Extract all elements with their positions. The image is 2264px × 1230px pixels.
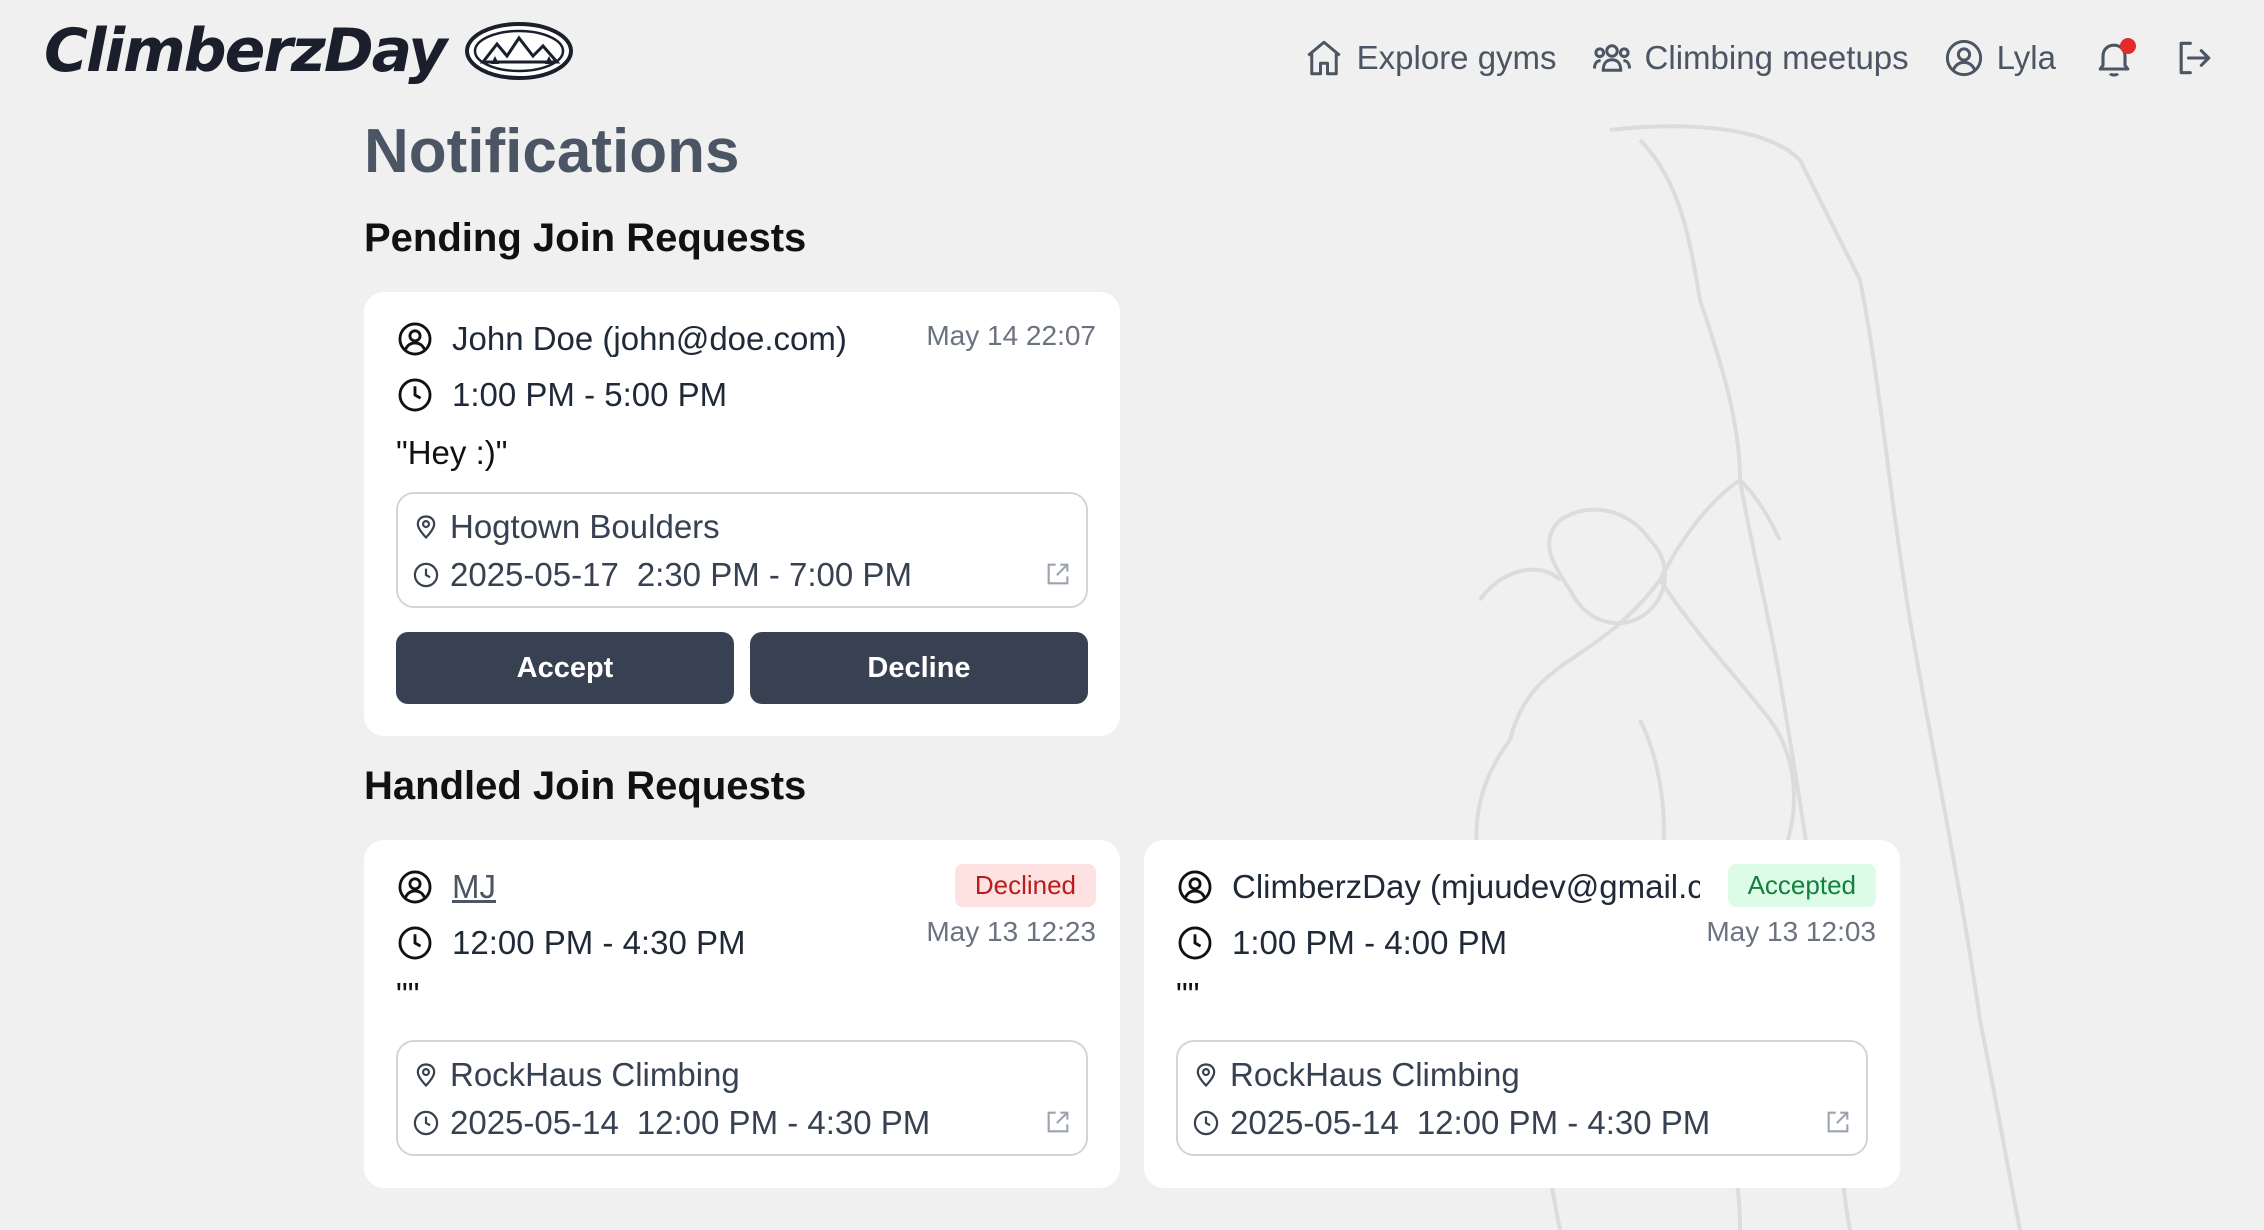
nav-meetups-label: Climbing meetups — [1644, 39, 1909, 76]
accept-button[interactable]: Accept — [396, 632, 734, 704]
location-pin-icon — [1196, 1063, 1216, 1088]
requested-time: 12:00 PM - 4:30 PM — [452, 924, 746, 961]
requested-time-row: 1:00 PM - 4:00 PM — [1176, 924, 1507, 962]
nav-explore-label: Explore gyms — [1356, 39, 1557, 76]
session-gym-row: RockHaus Climbing — [412, 1056, 740, 1094]
clock-icon — [413, 562, 439, 588]
status-badge-declined: Declined — [954, 864, 1096, 907]
requested-time-row: 12:00 PM - 4:30 PM — [396, 924, 745, 962]
session-gym-row: Hogtown Boulders — [412, 508, 720, 546]
request-message: "" — [396, 976, 420, 1013]
session-datetime-row: 2025-05-14 12:00 PM - 4:30 PM — [412, 1104, 930, 1142]
requester-row: MJ — [396, 868, 496, 906]
page-title: Notifications — [364, 117, 740, 186]
request-timestamp: May 13 12:03 — [1706, 916, 1876, 947]
request-timestamp: May 14 22:07 — [926, 320, 1096, 351]
pending-section-title: Pending Join Requests — [364, 216, 807, 260]
nav-explore-gyms[interactable]: Explore gyms — [1303, 37, 1557, 79]
request-message: "Hey :)" — [396, 434, 508, 471]
session-time: 2:30 PM - 7:00 PM — [636, 556, 912, 593]
mountain-logo-icon — [465, 22, 574, 80]
clock-icon — [413, 1110, 439, 1136]
handled-request-card: ClimberzDay (mjuudev@gmail.com) Accepted… — [1144, 840, 1900, 1188]
clock-icon — [398, 926, 432, 960]
session-date: 2025-05-17 — [450, 556, 619, 593]
session-time: 12:00 PM - 4:30 PM — [1416, 1104, 1711, 1141]
requester-row: John Doe (john@doe.com) — [396, 320, 847, 358]
logout-icon — [2179, 41, 2211, 75]
brand-logo[interactable]: ClimberzDay — [44, 16, 574, 86]
users-group-icon — [1592, 44, 1631, 72]
session-date: 2025-05-14 — [450, 1104, 619, 1141]
session-time: 12:00 PM - 4:30 PM — [636, 1104, 931, 1141]
session-datetime-row: 2025-05-17 2:30 PM - 7:00 PM — [412, 556, 912, 594]
external-link-icon[interactable] — [1824, 1108, 1852, 1136]
session-summary-card[interactable]: RockHaus Climbing 2025-05-14 12:00 PM - … — [396, 1040, 1088, 1156]
requester-row: ClimberzDay (mjuudev@gmail.com) — [1176, 868, 1700, 906]
notifications-button[interactable] — [2092, 36, 2136, 80]
status-badge-accepted: Accepted — [1727, 864, 1876, 907]
request-message: "" — [1176, 976, 1200, 1013]
session-date: 2025-05-14 — [1230, 1104, 1399, 1141]
session-summary-card[interactable]: Hogtown Boulders 2025-05-17 2:30 PM - 7:… — [396, 492, 1088, 608]
decline-button[interactable]: Decline — [750, 632, 1088, 704]
request-timestamp: May 13 12:23 — [926, 916, 1096, 947]
location-pin-icon — [416, 515, 436, 540]
user-circle-icon — [1178, 870, 1212, 904]
session-gym-name: RockHaus Climbing — [1230, 1056, 1520, 1093]
notification-dot — [2120, 38, 2136, 54]
top-navigation-bar: ClimberzDay Explore gyms Climbing meetup… — [0, 0, 2264, 116]
external-link-icon[interactable] — [1044, 560, 1072, 588]
requested-time: 1:00 PM - 5:00 PM — [452, 376, 728, 413]
clock-icon — [1178, 926, 1212, 960]
session-gym-name: Hogtown Boulders — [450, 508, 720, 545]
requester-name: ClimberzDay (mjuudev@gmail.com) — [1232, 868, 1700, 905]
home-icon — [1306, 40, 1341, 76]
location-pin-icon — [416, 1063, 436, 1088]
nav-user-name: Lyla — [1996, 39, 2056, 76]
requester-name: John Doe (john@doe.com) — [452, 320, 847, 357]
session-gym-name: RockHaus Climbing — [450, 1056, 740, 1093]
session-summary-card[interactable]: RockHaus Climbing 2025-05-14 12:00 PM - … — [1176, 1040, 1868, 1156]
requested-time-row: 1:00 PM - 5:00 PM — [396, 376, 727, 414]
requester-name-link[interactable]: MJ — [452, 868, 496, 906]
external-link-icon[interactable] — [1044, 1108, 1072, 1136]
brand-name: ClimberzDay — [44, 16, 447, 86]
handled-section-title: Handled Join Requests — [364, 764, 807, 808]
user-circle-icon — [398, 870, 432, 904]
clock-icon — [398, 378, 432, 412]
user-circle-icon — [1945, 39, 1982, 77]
user-circle-icon — [398, 322, 432, 356]
requested-time: 1:00 PM - 4:00 PM — [1232, 924, 1508, 961]
nav-user-profile[interactable]: Lyla — [1943, 37, 2056, 79]
logout-button[interactable] — [2172, 36, 2216, 80]
main-nav: Explore gyms Climbing meetups Lyla — [1269, 30, 2216, 86]
clock-icon — [1193, 1110, 1219, 1136]
session-datetime-row: 2025-05-14 12:00 PM - 4:30 PM — [1192, 1104, 1710, 1142]
pending-request-card: John Doe (john@doe.com) May 14 22:07 1:0… — [364, 292, 1120, 736]
session-gym-row: RockHaus Climbing — [1192, 1056, 1520, 1094]
handled-request-card: MJ Declined May 13 12:23 12:00 PM - 4:30… — [364, 840, 1120, 1188]
nav-climbing-meetups[interactable]: Climbing meetups — [1591, 37, 1909, 79]
